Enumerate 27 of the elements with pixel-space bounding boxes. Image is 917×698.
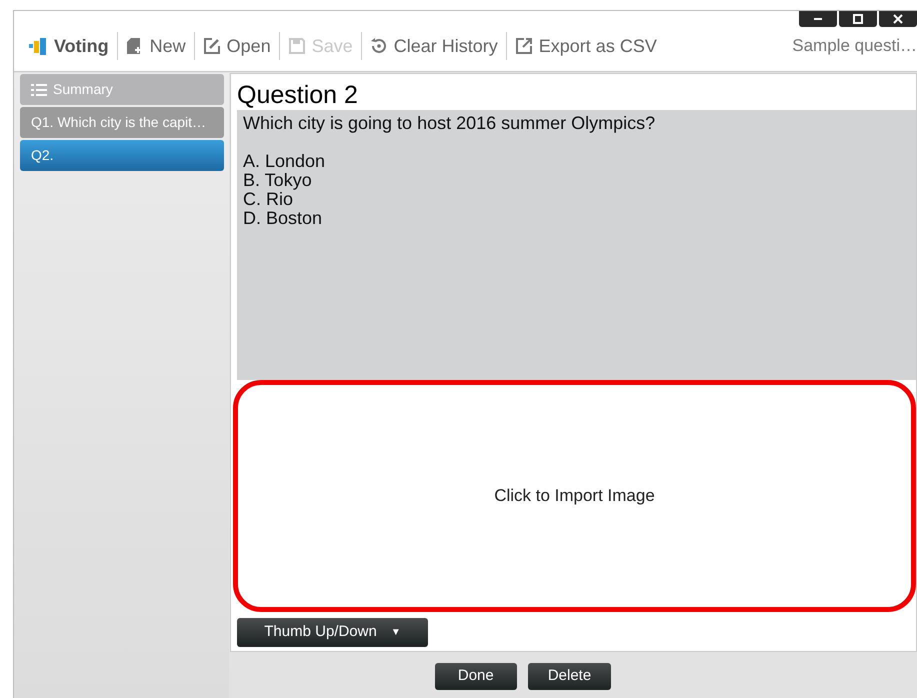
sidebar-item[interactable]: Q2. <box>20 140 224 171</box>
maximize-button[interactable] <box>839 11 877 27</box>
window-title: Sample questi… <box>792 35 917 57</box>
app-title: Voting <box>54 34 109 58</box>
export-button[interactable]: Export as CSV <box>514 32 657 60</box>
answer-option: D. Boston <box>243 209 910 228</box>
question-title: Question 2 <box>237 80 359 110</box>
close-button[interactable] <box>879 11 917 27</box>
image-import-area[interactable]: Click to Import Image <box>233 380 916 612</box>
list-icon <box>31 82 47 96</box>
done-button[interactable]: Done <box>434 663 517 690</box>
export-icon <box>514 37 533 55</box>
close-icon <box>893 14 903 24</box>
answer-option: A. London <box>243 152 910 171</box>
answer-option: B. Tokyo <box>243 171 910 190</box>
delete-button[interactable]: Delete <box>528 663 612 690</box>
open-button[interactable]: Open <box>202 32 271 60</box>
minimize-button[interactable] <box>799 11 837 27</box>
question-prompt: Which city is going to host 2016 summer Olympics? <box>243 114 656 133</box>
maximize-icon <box>853 14 863 24</box>
history-icon <box>370 37 388 55</box>
answer-type-dropdown[interactable]: Thumb Up/Down ▼ <box>237 618 428 647</box>
bar-chart-icon <box>28 36 48 56</box>
history-button[interactable]: Clear History <box>370 32 498 60</box>
new-button[interactable]: New <box>126 32 186 60</box>
answer-option: C. Rio <box>243 190 910 209</box>
edit-icon <box>202 37 221 55</box>
